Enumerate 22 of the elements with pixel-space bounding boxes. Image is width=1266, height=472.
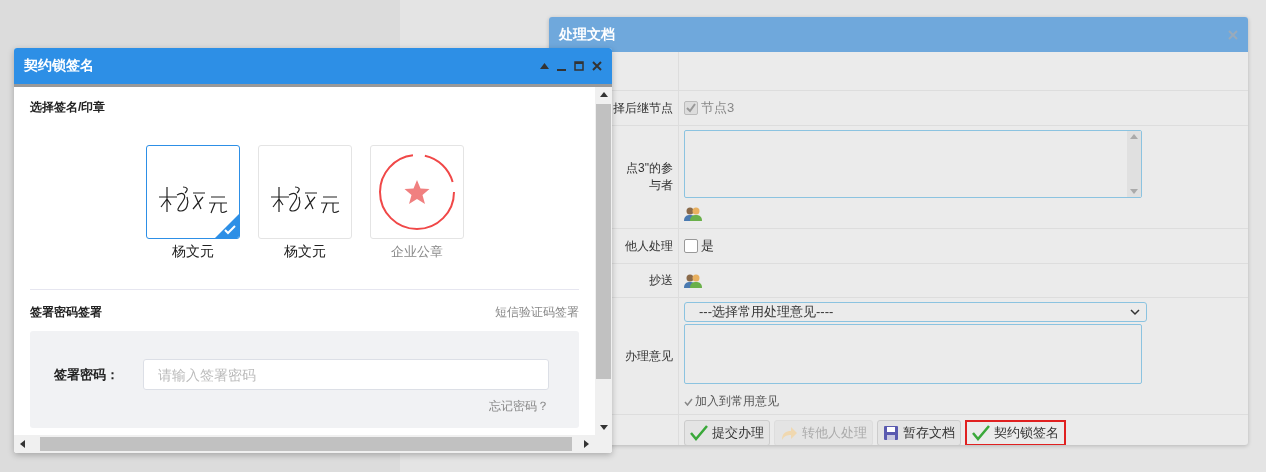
add-opinion-link[interactable]: 加入到常用意见	[684, 393, 1243, 410]
opinion-select[interactable]: ---选择常用处理意见----	[684, 302, 1147, 322]
field-label: 抄送	[649, 272, 673, 289]
field-label: 他人处理	[625, 237, 673, 255]
action-button[interactable]: 暂存文档	[877, 420, 961, 445]
seal-name: 杨文元	[171, 243, 214, 261]
field-label: 点3"的参与者	[625, 160, 673, 194]
section-title: 签署密码签署	[30, 304, 102, 321]
checkbox-label: 是	[701, 237, 714, 255]
password-field[interactable]: 请输入签署密码	[143, 359, 549, 390]
dialog-title: 契约锁签名	[24, 57, 94, 75]
checkbox-label: 节点3	[701, 99, 735, 117]
field-label: 择后继节点	[613, 99, 673, 117]
seal-name: 企业公章	[390, 243, 443, 261]
field-label: 办理意见	[625, 347, 673, 365]
action-button[interactable]: 提交办理	[684, 420, 770, 445]
seal-name: 杨文元	[283, 243, 326, 261]
dialog-title: 处理文档	[559, 25, 615, 44]
action-button[interactable]: 契约锁签名	[965, 420, 1066, 445]
section-title: 选择签名/印章	[30, 99, 107, 116]
sms-sign-link[interactable]: 短信验证码签署	[495, 304, 579, 321]
password-label: 签署密码：	[54, 365, 119, 384]
